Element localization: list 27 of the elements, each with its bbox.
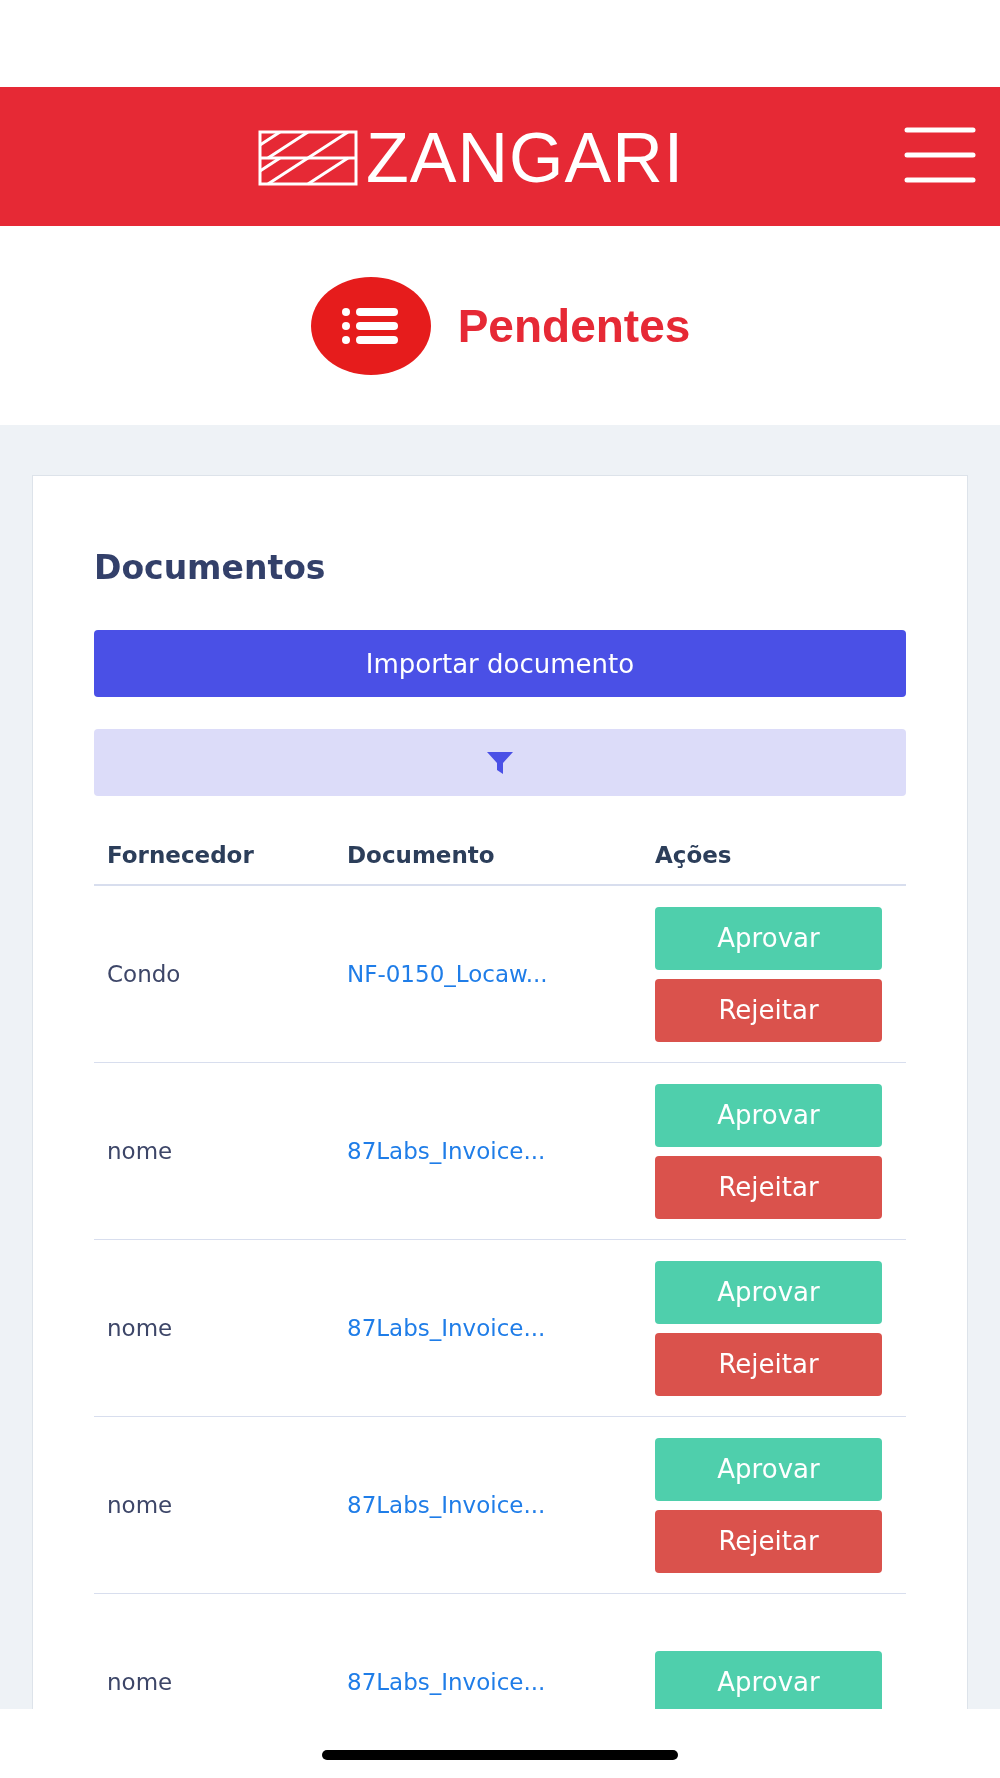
supplier-name: nome [107,1138,173,1164]
document-link[interactable]: 87Labs_Invoice... [347,1138,546,1164]
reject-button[interactable]: Rejeitar [655,1509,882,1573]
supplier-name: nome [107,1492,173,1518]
reject-button[interactable]: Rejeitar [655,978,882,1042]
supplier-name: Condo [107,961,181,987]
list-icon [309,275,432,376]
column-header: Ações [655,842,732,868]
card-title: Documentos [94,547,327,589]
logo-icon [258,130,358,186]
menu-icon[interactable] [904,127,976,183]
page-title: Pendentes [457,298,691,353]
column-header: Documento [347,842,495,868]
filter-icon [486,750,514,775]
supplier-name: nome [107,1669,173,1695]
document-link[interactable]: NF-0150_Locaw... [347,961,548,987]
reject-button[interactable]: Rejeitar [655,1155,882,1219]
document-link[interactable]: 87Labs_Invoice... [347,1669,546,1695]
supplier-name: nome [107,1315,173,1341]
column-header: Fornecedor [107,842,254,868]
brand-logo-text: ZANGARI [366,127,685,189]
import-document-button[interactable]: Importar documento [94,630,906,697]
home-indicator[interactable] [322,1750,678,1760]
filter-button[interactable] [94,729,906,796]
reject-button[interactable]: Rejeitar [655,1332,882,1396]
document-link[interactable]: 87Labs_Invoice... [347,1492,546,1518]
document-link[interactable]: 87Labs_Invoice... [347,1315,546,1341]
